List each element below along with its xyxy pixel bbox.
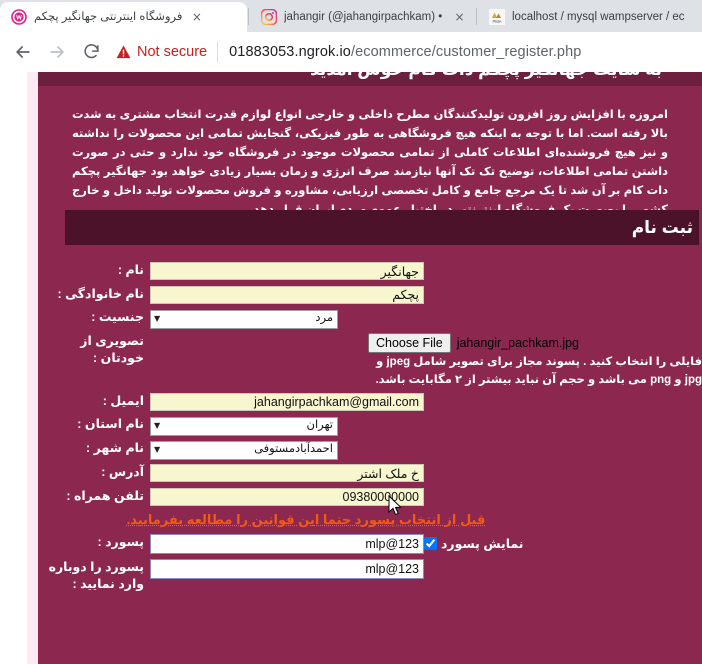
omnibox-divider [217, 41, 219, 62]
gender-select[interactable] [150, 309, 338, 329]
city-select[interactable] [150, 440, 338, 460]
address-label: آدرس : [101, 465, 144, 479]
browser-tab-1[interactable]: فروشگاه اینترنتی جهانگیر پچکم × [0, 2, 247, 32]
gender-select-wrapper[interactable]: مرد ▼ [150, 309, 338, 329]
photo-hint-and-2: و [674, 374, 682, 386]
password-label: پسورد : [97, 534, 145, 549]
address-input[interactable] [150, 464, 424, 482]
city-label: نام شهر : [86, 441, 144, 455]
show-password-wrapper[interactable]: نمایش پسورد [424, 534, 523, 554]
photo-field-wrapper: Choose File jahangir_pachkam.jpg فایلی ر… [150, 333, 702, 389]
section-title: ثبت نام [631, 218, 693, 237]
province-select-wrapper[interactable]: تهران ▼ [150, 416, 338, 436]
form-row-name: نام : [38, 262, 702, 281]
close-icon[interactable]: × [189, 10, 204, 25]
back-button[interactable] [6, 35, 40, 69]
show-password-label: نمایش پسورد [441, 537, 524, 551]
close-icon[interactable]: × [452, 10, 467, 25]
wordpress-icon [11, 9, 27, 25]
city-select-wrapper[interactable]: احمدآبادمستوفی ▼ [150, 440, 338, 460]
form-row-photo: Choose File jahangir_pachkam.jpg فایلی ر… [38, 333, 702, 389]
password-repeat-field-wrapper [150, 558, 424, 579]
browser-tab-3[interactable]: PMA localhost / mysql wampserver / eco [478, 2, 693, 32]
form-row-password: نمایش پسورد پسورد : [38, 533, 702, 554]
photo-format-jpeg: jpeg [386, 356, 411, 368]
phpmyadmin-icon: PMA [489, 9, 505, 25]
name-label: نام : [117, 263, 144, 277]
site-banner: به سایت جهانگیر پچکم دات کام خوش آمدید [38, 72, 702, 86]
banner-title: به سایت جهانگیر پچکم دات کام خوش آمدید [310, 72, 662, 80]
reload-button[interactable] [74, 35, 108, 69]
province-label: نام استان : [77, 417, 144, 431]
security-label: Not secure [137, 43, 208, 60]
address-field-wrapper [150, 464, 424, 483]
browser-window: فروشگاه اینترنتی جهانگیر پچکم × jahangir… [0, 0, 702, 664]
url-text: 01883053.ngrok.io/ecommerce/customer_reg… [229, 44, 581, 60]
form-row-address: آدرس : [38, 464, 702, 483]
photo-format-jpg: jpg [684, 374, 702, 386]
forward-button[interactable] [40, 35, 74, 69]
name-field-wrapper [150, 262, 424, 281]
url-host: 01883053.ngrok.io [229, 43, 351, 60]
photo-hint-line-2: jpg و png می باشد و حجم آن نباید بیشتر ا… [150, 372, 702, 389]
form-row-city: احمدآبادمستوفی ▼ نام شهر : [38, 440, 702, 460]
password-input[interactable] [150, 533, 424, 554]
form-row-mobile: تلفن همراه : [38, 487, 702, 506]
url-path: /ecommerce/customer_register.php [350, 43, 582, 60]
warning-triangle-icon [116, 45, 131, 59]
photo-hint-text: فایلی را انتخاب کنید . پسوند مجاز برای ت… [413, 356, 702, 368]
name-input[interactable] [150, 262, 424, 280]
tab-title-2: jahangir (@jahangirpachkam) • Inst [284, 11, 445, 23]
svg-text:PMA: PMA [492, 19, 501, 24]
email-field-wrapper [150, 393, 424, 411]
section-header: ثبت نام [65, 210, 699, 245]
password-repeat-input[interactable] [150, 558, 424, 579]
family-label: نام خانوادگی : [57, 286, 144, 301]
website-page: به سایت جهانگیر پچکم دات کام خوش آمدید ا… [38, 72, 702, 664]
tab-title-1: فروشگاه اینترنتی جهانگیر پچکم [34, 11, 183, 23]
mobile-label: تلفن همراه : [66, 488, 144, 503]
address-bar[interactable]: Not secure 01883053.ngrok.io/ecommerce/c… [116, 37, 696, 67]
form-row-gender: مرد ▼ جنسیت : [38, 309, 702, 329]
password-repeat-label: پسورد را دوباره وارد نمایید : [48, 559, 144, 591]
mobile-input[interactable] [150, 487, 424, 506]
show-password-checkbox[interactable] [424, 537, 437, 550]
rules-link[interactable]: قبل از انتخاب پسورد حتما این قوانین را م… [127, 512, 486, 527]
mobile-field-wrapper [150, 487, 424, 506]
rules-notice: قبل از انتخاب پسورد حتما این قوانین را م… [38, 511, 702, 529]
form-row-email: ایمیل : [38, 393, 702, 411]
photo-format-png: png [650, 374, 672, 386]
password-field-wrapper [150, 533, 424, 554]
file-picker-line: Choose File jahangir_pachkam.jpg [150, 333, 702, 353]
mouse-cursor-icon [388, 494, 403, 517]
page-viewport: به سایت جهانگیر پچکم دات کام خوش آمدید ا… [0, 72, 702, 664]
security-indicator[interactable]: Not secure [116, 44, 217, 60]
photo-hint-tail: می باشد و حجم آن نباید بیشتر از ۲ مگابای… [375, 374, 647, 386]
tab-divider [476, 8, 477, 25]
form-row-province: تهران ▼ نام استان : [38, 416, 702, 436]
gender-label: جنسیت : [91, 310, 144, 324]
instagram-icon [260, 8, 278, 26]
family-input[interactable] [150, 285, 424, 304]
email-input[interactable] [150, 393, 424, 411]
tab-title-3: localhost / mysql wampserver / eco [512, 11, 685, 23]
intro-paragraph: امروزه با افزایش روز افزون تولیدکنندگان … [72, 108, 668, 216]
email-label: ایمیل : [102, 394, 144, 408]
registration-form: نام : نام خانوادگی : مرد ▼ جنس [38, 262, 702, 598]
form-row-family: نام خانوادگی : [38, 285, 702, 305]
family-field-wrapper [150, 285, 424, 305]
photo-hint-and-1: و [376, 356, 384, 368]
choose-file-button[interactable]: Choose File [368, 333, 451, 353]
browser-tab-2[interactable]: jahangir (@jahangirpachkam) • Inst × [250, 2, 475, 32]
form-row-password-repeat: پسورد را دوباره وارد نمایید : [38, 558, 702, 593]
tab-divider [248, 8, 249, 25]
tab-strip: فروشگاه اینترنتی جهانگیر پچکم × jahangir… [0, 0, 702, 32]
photo-hint-line-1: فایلی را انتخاب کنید . پسوند مجاز برای ت… [150, 354, 702, 371]
photo-label: تصویری از خودتان : [80, 334, 144, 365]
browser-toolbar: Not secure 01883053.ngrok.io/ecommerce/c… [0, 32, 702, 72]
province-select[interactable] [150, 416, 338, 436]
chosen-file-name: jahangir_pachkam.jpg [456, 336, 580, 350]
